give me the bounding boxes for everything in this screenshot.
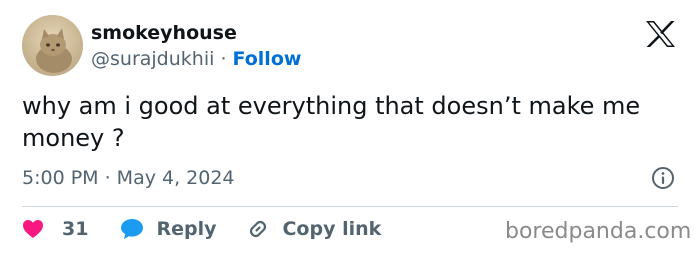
avatar[interactable] — [22, 15, 83, 76]
divider — [22, 206, 678, 207]
link-icon — [250, 220, 267, 238]
reply-button[interactable]: Reply — [120, 218, 216, 240]
tweet-timestamp[interactable]: 5:00 PM · May 4, 2024 — [22, 166, 235, 190]
copy-link-button[interactable]: Copy link — [246, 217, 381, 241]
watermark: boredpanda.com — [505, 219, 692, 244]
reply-label: Reply — [156, 218, 217, 240]
handle-separator: · — [220, 48, 227, 70]
like-count: 31 — [62, 218, 89, 240]
action-bar: 31 Reply Copy link — [22, 214, 381, 244]
speech-bubble-icon — [121, 219, 144, 239]
handle-line: @surajdukhii · Follow — [91, 48, 301, 70]
display-name[interactable]: smokeyhouse — [91, 22, 237, 44]
user-handle[interactable]: @surajdukhii — [91, 48, 214, 70]
heart-icon — [23, 220, 43, 238]
x-logo-icon[interactable] — [645, 20, 676, 48]
like-button[interactable]: 31 — [22, 218, 88, 240]
tweet-text: why am i good at everything that doesn’t… — [22, 92, 641, 152]
cat-avatar-image — [22, 15, 83, 76]
follow-button[interactable]: Follow — [233, 48, 302, 70]
tweet-card: smokeyhouse @surajdukhii · Follow why am… — [0, 0, 700, 256]
info-icon[interactable] — [651, 166, 675, 190]
copy-link-label: Copy link — [282, 218, 382, 240]
